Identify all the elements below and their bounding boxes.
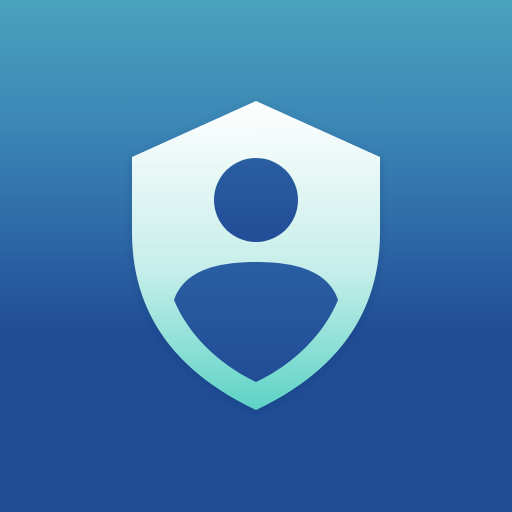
app-icon [0, 0, 512, 512]
person-head-shape [214, 158, 298, 242]
user-shield-icon [132, 101, 380, 410]
